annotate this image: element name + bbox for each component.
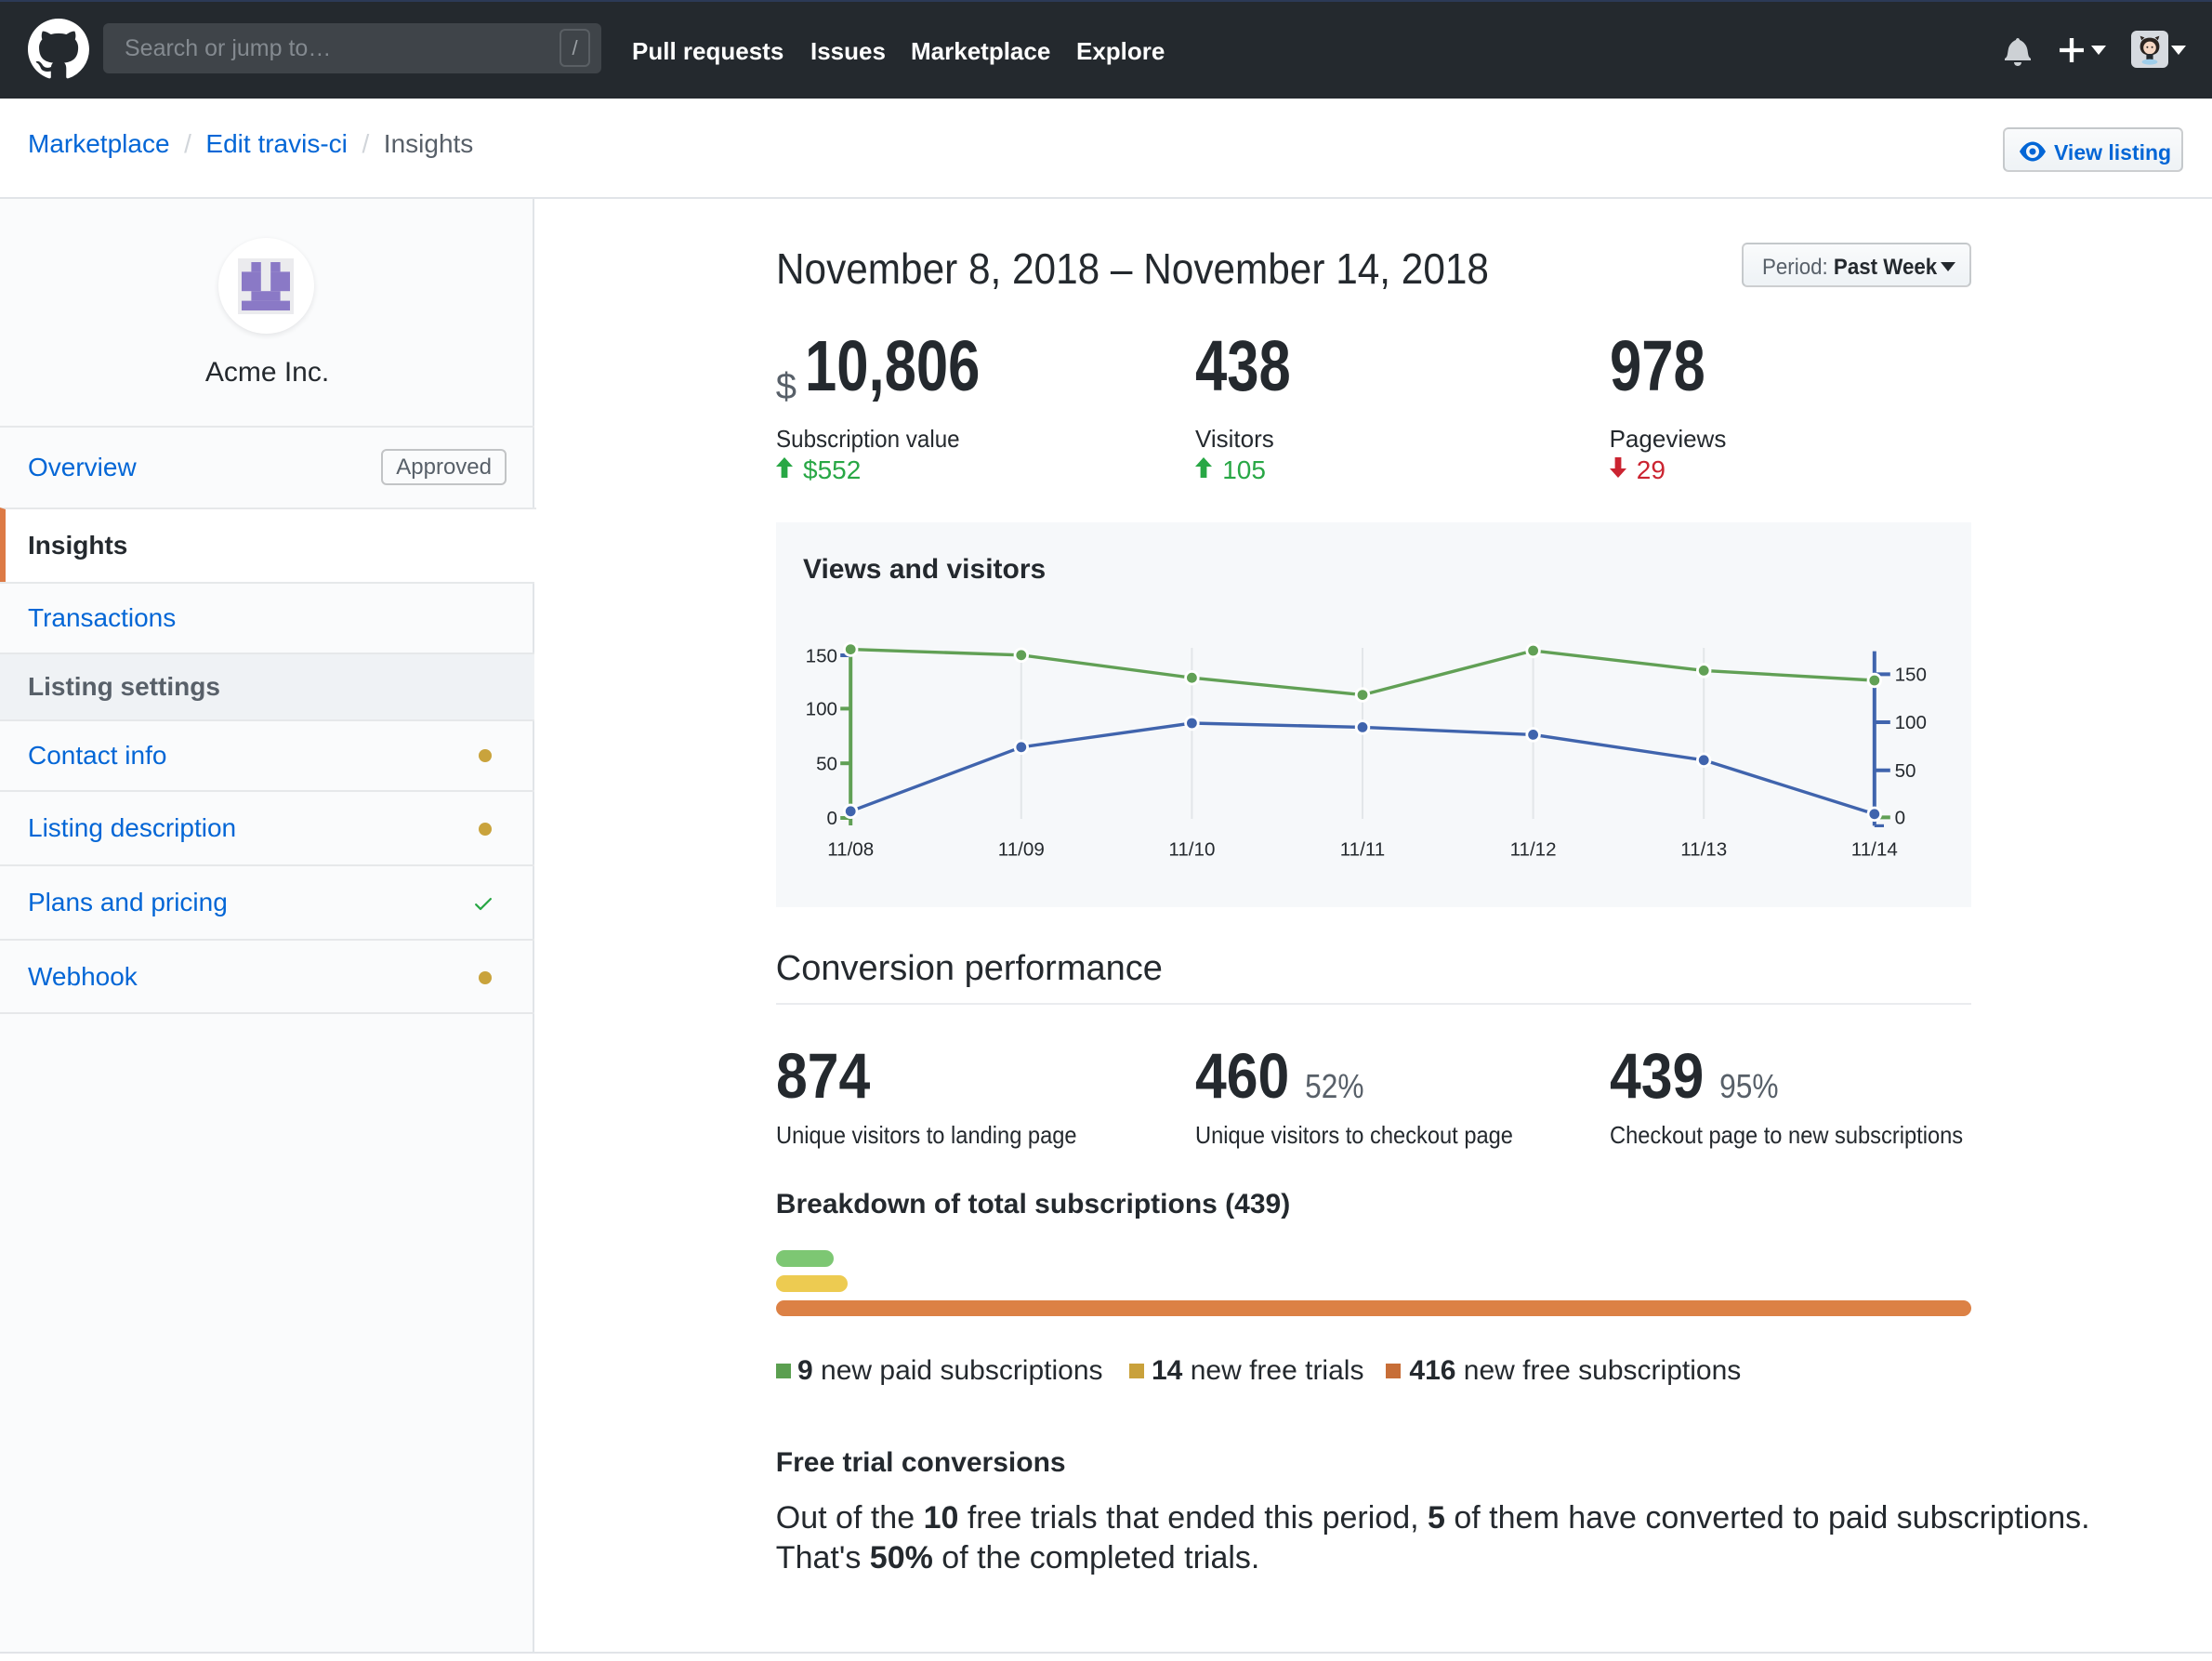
svg-text:11/14: 11/14 [1851,839,1898,861]
svg-text:11/13: 11/13 [1680,839,1727,861]
svg-text:150: 150 [1894,665,1926,686]
svg-text:0: 0 [1894,808,1904,829]
svg-text:11/12: 11/12 [1509,839,1556,861]
svg-text:50: 50 [1894,760,1916,782]
svg-text:150: 150 [805,645,836,666]
svg-text:100: 100 [1894,712,1926,733]
svg-text:0: 0 [826,808,836,829]
svg-text:100: 100 [805,699,836,720]
svg-text:50: 50 [816,753,837,774]
svg-text:11/10: 11/10 [1168,839,1215,861]
svg-text:11/11: 11/11 [1340,839,1385,861]
svg-text:11/09: 11/09 [998,839,1045,861]
svg-text:11/08: 11/08 [827,839,874,861]
